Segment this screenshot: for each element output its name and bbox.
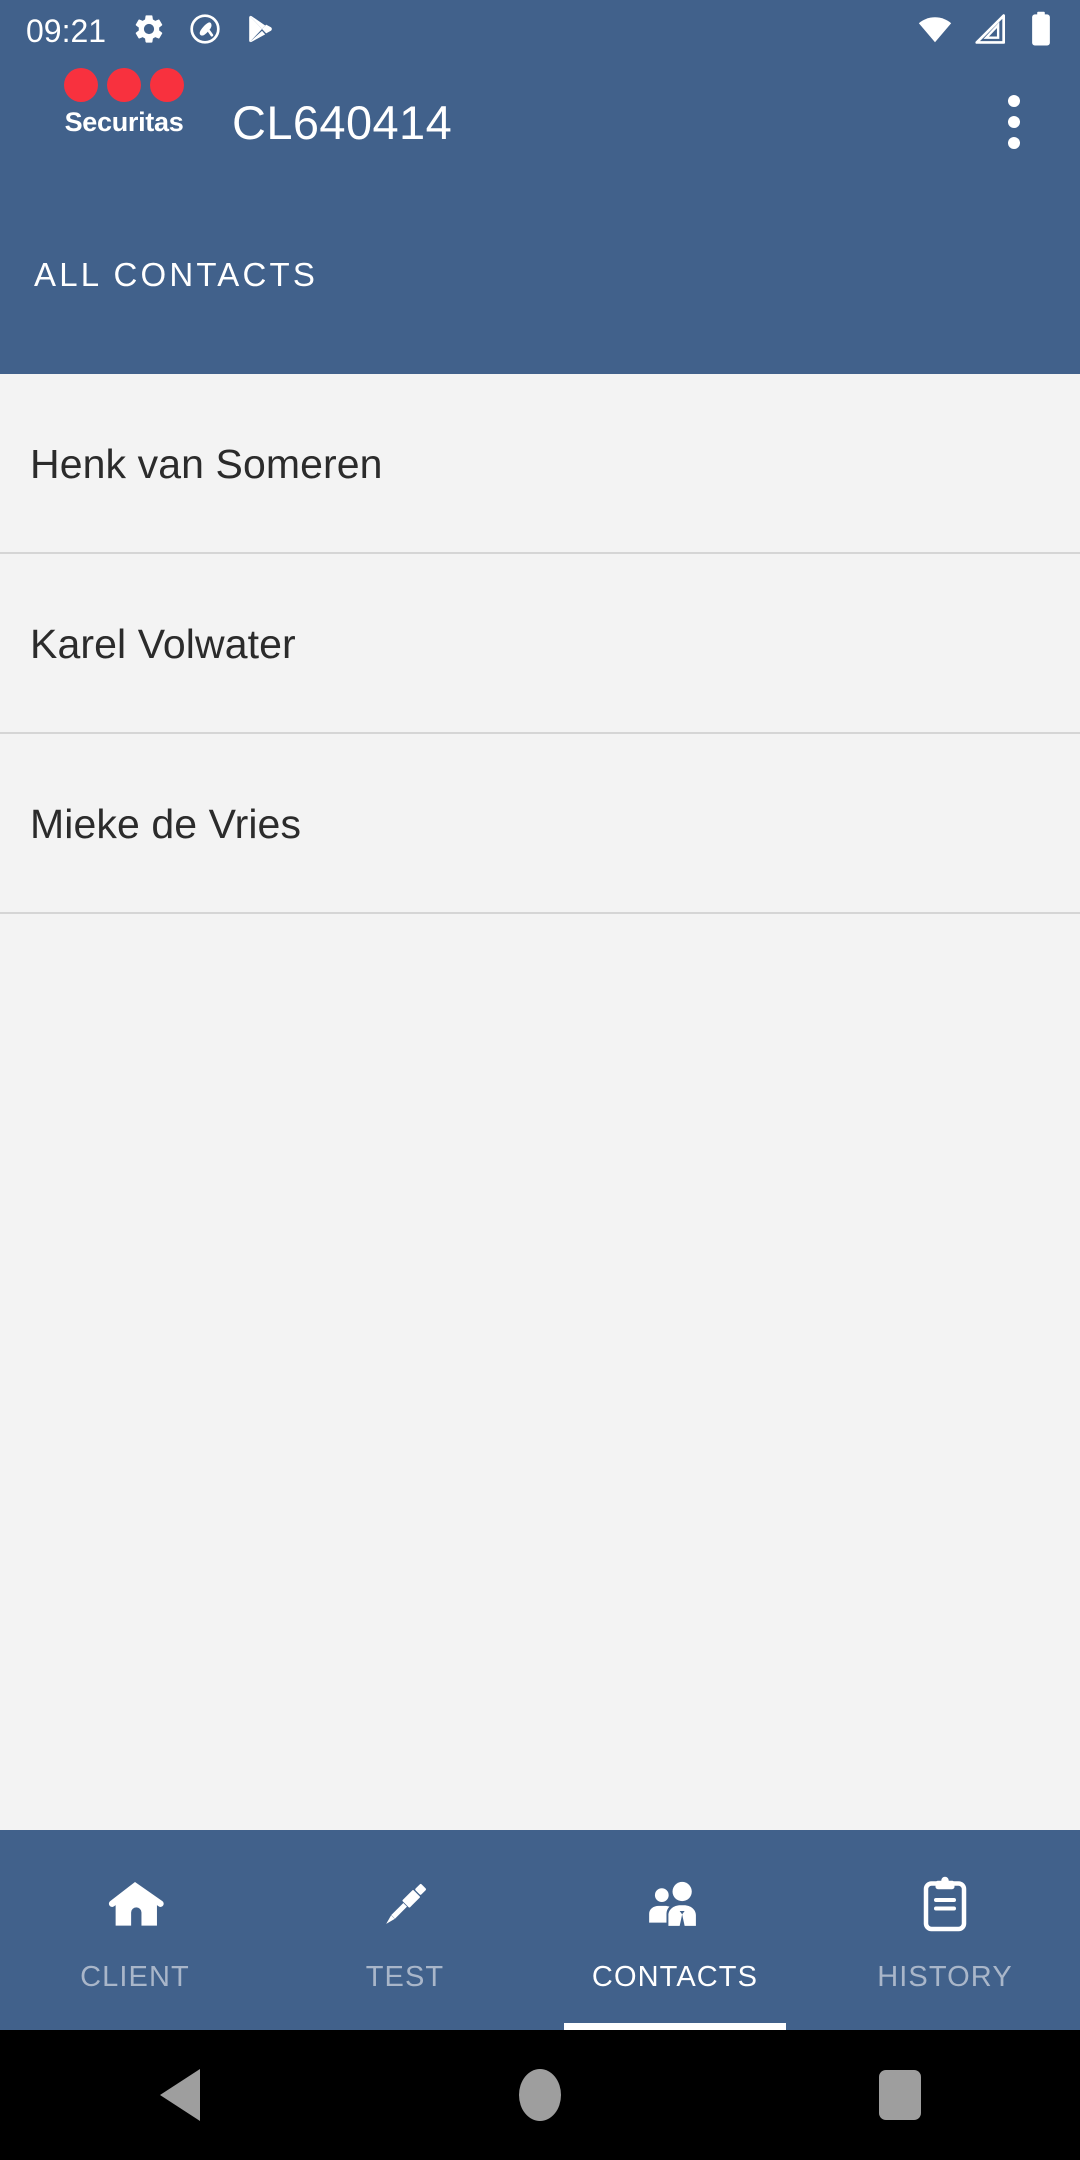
android-q-icon	[188, 12, 222, 51]
securitas-dot	[64, 68, 98, 102]
nav-item-client[interactable]: CLIENT	[0, 1830, 270, 2030]
status-clock: 09:21	[26, 13, 107, 49]
play-store-icon	[244, 13, 276, 50]
clipboard-icon	[915, 1873, 975, 1937]
system-recents-button[interactable]	[820, 2030, 980, 2160]
battery-icon	[1028, 10, 1054, 53]
app-bar: Securitas CL640414	[0, 62, 1080, 182]
page-title: CL640414	[232, 95, 453, 149]
people-icon	[642, 1873, 708, 1937]
system-home-button[interactable]	[460, 2030, 620, 2160]
android-system-navigation-bar	[0, 2030, 1080, 2160]
nav-item-test[interactable]: TEST	[270, 1830, 540, 2030]
status-bar: 09:21	[0, 0, 1080, 62]
status-bar-notification-icons	[132, 12, 276, 51]
securitas-dot	[150, 68, 184, 102]
overflow-dot	[1008, 137, 1020, 149]
status-bar-system-icons	[916, 10, 1054, 53]
phone-screen: 09:21 Securitas CL640414 ALL CONTACTS He…	[0, 0, 1080, 2160]
bottom-navigation-bar: CLIENT TEST CONTACTS HISTORY	[0, 1830, 1080, 2031]
home-icon	[519, 2069, 561, 2121]
tab-all-contacts[interactable]: ALL CONTACTS	[34, 256, 318, 294]
gear-icon	[132, 12, 166, 51]
section-tab-bar: ALL CONTACTS	[0, 182, 1080, 374]
cellular-signal-icon	[972, 10, 1010, 53]
contact-name: Mieke de Vries	[30, 800, 302, 847]
system-back-button[interactable]	[100, 2030, 260, 2160]
overflow-dot	[1008, 95, 1020, 107]
nav-label: TEST	[365, 1960, 445, 1993]
nav-label: CLIENT	[80, 1960, 190, 1993]
contact-list: Henk van Someren Karel Volwater Mieke de…	[0, 374, 1080, 914]
back-icon	[160, 2069, 200, 2121]
screwdriver-icon	[374, 1873, 436, 1937]
wifi-icon	[916, 10, 954, 53]
list-item[interactable]: Karel Volwater	[0, 554, 1080, 734]
securitas-dot	[107, 68, 141, 102]
securitas-dots-icon	[64, 68, 184, 102]
nav-item-history[interactable]: HISTORY	[810, 1830, 1080, 2030]
more-vert-icon[interactable]	[974, 82, 1054, 162]
home-icon	[104, 1873, 166, 1937]
securitas-wordmark: Securitas	[64, 107, 184, 137]
list-item[interactable]: Mieke de Vries	[0, 734, 1080, 914]
contact-name: Karel Volwater	[30, 620, 296, 667]
recents-icon	[879, 2070, 921, 2120]
nav-label: HISTORY	[877, 1960, 1013, 1993]
contact-name: Henk van Someren	[30, 440, 383, 487]
securitas-logo: Securitas	[52, 68, 196, 138]
overflow-dot	[1008, 116, 1020, 128]
list-item[interactable]: Henk van Someren	[0, 374, 1080, 554]
nav-item-contacts[interactable]: CONTACTS	[540, 1830, 810, 2031]
nav-label: CONTACTS	[591, 1960, 759, 1993]
